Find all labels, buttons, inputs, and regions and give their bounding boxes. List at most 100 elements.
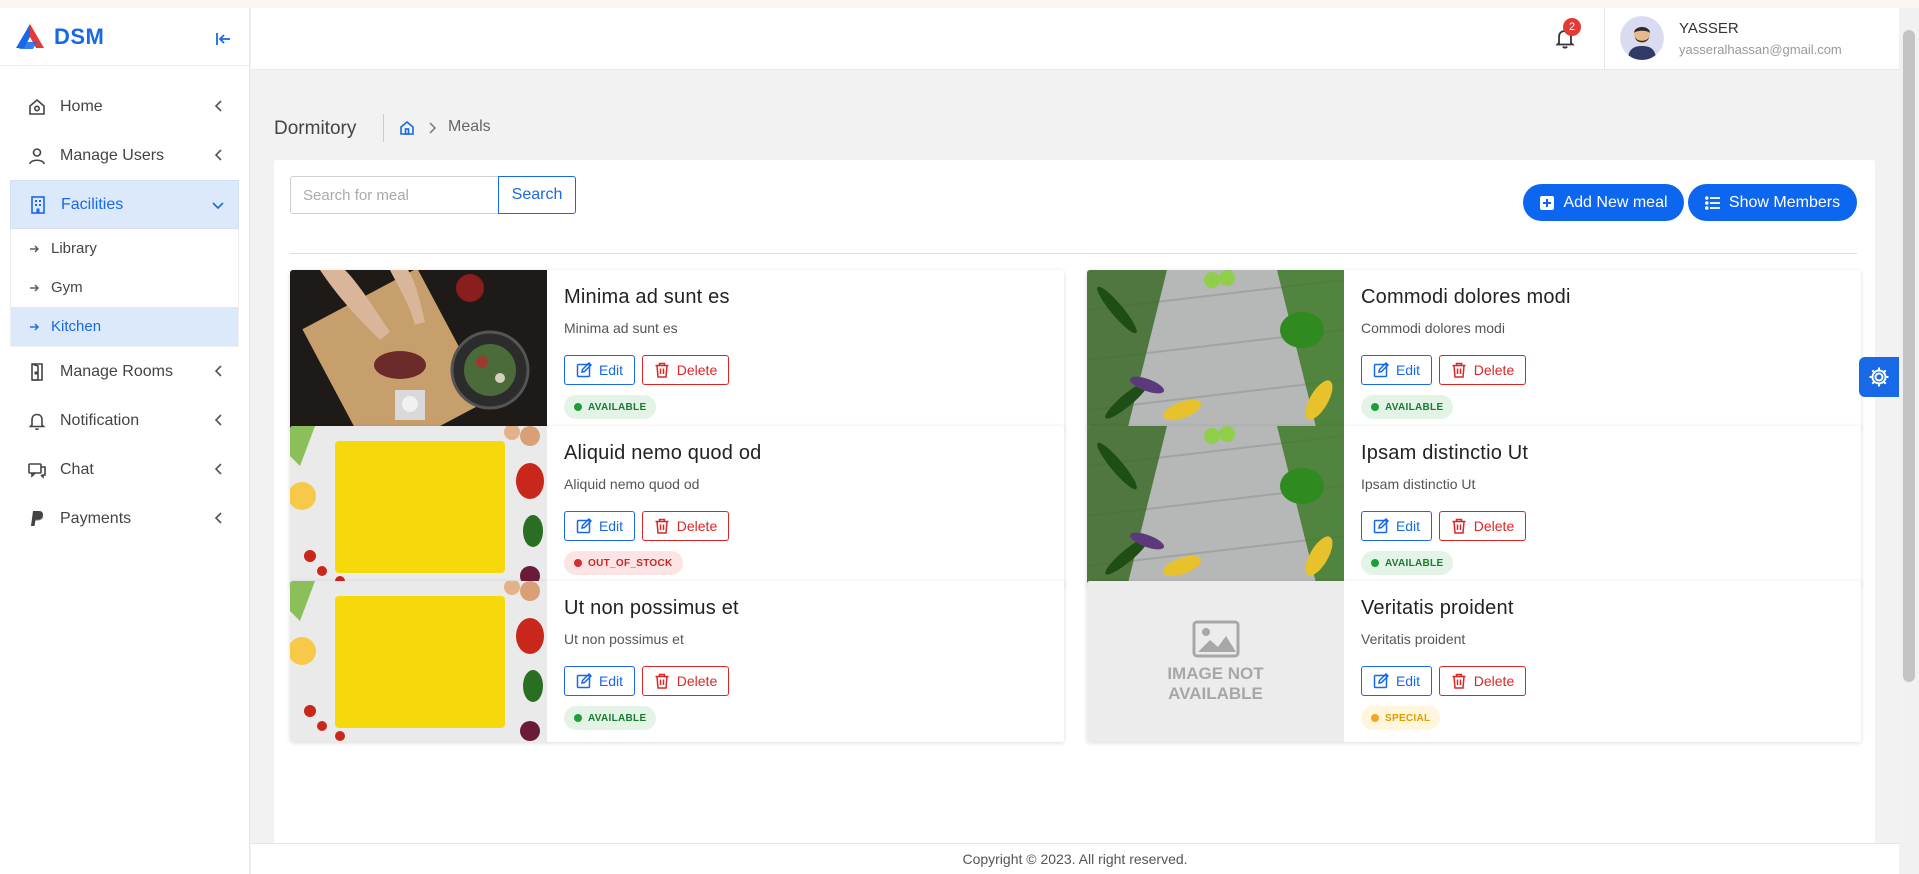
status-badge: SPECIAL — [1361, 706, 1441, 730]
breadcrumb-chevron-icon — [429, 122, 437, 134]
image-placeholder-icon — [1192, 620, 1239, 657]
sidebar-subitem-label: Kitchen — [51, 318, 102, 335]
sidebar-item-facilities[interactable]: Facilities — [10, 180, 239, 229]
delete-meal-button[interactable]: Delete — [1439, 511, 1526, 541]
add-square-icon — [1540, 195, 1555, 210]
delete-meal-button[interactable]: Delete — [642, 666, 729, 696]
delete-meal-button[interactable]: Delete — [642, 355, 729, 385]
show-members-label: Show Members — [1728, 193, 1841, 211]
meal-card: Ipsam distinctio Ut Ipsam distinctio Ut … — [1087, 426, 1861, 587]
status-label: OUT_OF_STOCK — [588, 557, 673, 569]
sidebar-item-manage-users[interactable]: Manage Users — [0, 131, 249, 180]
sidebar-subitem-gym[interactable]: Gym — [11, 268, 238, 307]
bell-icon — [26, 410, 48, 432]
header-divider — [1604, 8, 1605, 70]
status-dot — [574, 403, 582, 411]
breadcrumb-divider — [383, 114, 384, 142]
status-dot — [1371, 403, 1379, 411]
status-dot — [1371, 559, 1379, 567]
user-avatar[interactable] — [1620, 16, 1664, 60]
status-dot — [574, 714, 582, 722]
delete-label: Delete — [1473, 518, 1515, 534]
meal-description: Commodi dolores modi — [1361, 320, 1505, 336]
status-badge: AVAILABLE — [1361, 395, 1454, 419]
notification-count-badge: 2 — [1563, 18, 1581, 36]
search-bar: Search — [290, 176, 576, 214]
page-scrollbar[interactable] — [1899, 8, 1919, 874]
building-icon — [27, 194, 49, 216]
chevron-left-icon — [214, 512, 222, 524]
edit-meal-button[interactable]: Edit — [1361, 355, 1432, 385]
sidebar-item-label: Facilities — [61, 195, 124, 213]
status-label: AVAILABLE — [1385, 401, 1444, 413]
meal-card: Ut non possimus et Ut non possimus et Ed… — [290, 581, 1064, 742]
sidebar-item-chat[interactable]: Chat — [0, 445, 249, 494]
edit-icon — [576, 518, 592, 534]
meal-image — [1087, 270, 1344, 431]
search-input[interactable] — [290, 176, 498, 214]
delete-meal-button[interactable]: Delete — [642, 511, 729, 541]
sidebar-subitem-kitchen[interactable]: Kitchen — [11, 307, 238, 346]
sidebar-item-home[interactable]: Home — [0, 82, 249, 131]
edit-meal-button[interactable]: Edit — [564, 355, 635, 385]
image-not-available-line1: IMAGE NOT — [1167, 663, 1264, 683]
delete-label: Delete — [676, 362, 718, 378]
breadcrumb-home-icon[interactable] — [398, 119, 416, 137]
meal-image — [1087, 426, 1344, 587]
status-dot — [1371, 714, 1379, 722]
delete-meal-button[interactable]: Delete — [1439, 355, 1526, 385]
status-label: SPECIAL — [1385, 712, 1431, 724]
settings-button[interactable] — [1859, 357, 1899, 397]
edit-meal-button[interactable]: Edit — [564, 511, 635, 541]
trash-icon — [655, 673, 669, 689]
user-email: yasseralhassan@gmail.com — [1679, 42, 1842, 57]
search-button[interactable]: Search — [498, 176, 576, 214]
add-new-meal-button[interactable]: Add New meal — [1523, 184, 1684, 221]
edit-label: Edit — [1395, 518, 1421, 534]
edit-icon — [576, 673, 592, 689]
edit-meal-button[interactable]: Edit — [564, 666, 635, 696]
sidebar-item-manage-rooms[interactable]: Manage Rooms — [0, 347, 249, 396]
status-label: AVAILABLE — [588, 712, 647, 724]
toolbar-divider — [290, 253, 1857, 254]
meal-image — [290, 581, 547, 742]
chevron-down-icon — [212, 202, 224, 210]
collapse-sidebar-icon[interactable] — [212, 28, 234, 50]
edit-label: Edit — [1395, 362, 1421, 378]
app-name: DSM — [54, 23, 105, 49]
door-icon — [26, 361, 48, 383]
meal-card: Minima ad sunt es Minima ad sunt es Edit… — [290, 270, 1064, 431]
edit-icon — [1373, 673, 1389, 689]
image-not-available-placeholder: IMAGE NOT AVAILABLE — [1087, 581, 1344, 742]
scrollbar-thumb[interactable] — [1903, 30, 1915, 682]
delete-label: Delete — [676, 518, 718, 534]
status-badge: AVAILABLE — [564, 706, 657, 730]
edit-meal-button[interactable]: Edit — [1361, 511, 1432, 541]
meal-description: Ipsam distinctio Ut — [1361, 476, 1476, 492]
chevron-left-icon — [214, 463, 222, 475]
list-icon — [1704, 195, 1720, 210]
show-members-button[interactable]: Show Members — [1688, 184, 1857, 221]
trash-icon — [1452, 362, 1466, 378]
status-badge: OUT_OF_STOCK — [564, 551, 683, 575]
status-badge: AVAILABLE — [564, 395, 657, 419]
sidebar-item-payments[interactable]: Payments — [0, 494, 249, 543]
chevron-left-icon — [214, 365, 222, 377]
edit-label: Edit — [598, 362, 624, 378]
sidebar-item-notification[interactable]: Notification — [0, 396, 249, 445]
delete-label: Delete — [676, 673, 718, 689]
sidebar-subitem-library[interactable]: Library — [11, 229, 238, 268]
breadcrumb-current: Meals — [448, 118, 491, 135]
edit-meal-button[interactable]: Edit — [1361, 666, 1432, 696]
paypal-icon — [26, 508, 48, 530]
dsm-logo-icon — [16, 23, 44, 49]
delete-meal-button[interactable]: Delete — [1439, 666, 1526, 696]
edit-icon — [576, 362, 592, 378]
meal-name: Ipsam distinctio Ut — [1361, 442, 1529, 464]
add-new-meal-label: Add New meal — [1563, 193, 1668, 211]
arrow-right-icon — [30, 323, 39, 330]
meal-description: Aliquid nemo quod od — [564, 476, 700, 492]
sidebar-subitem-label: Library — [51, 240, 97, 257]
trash-icon — [655, 518, 669, 534]
meal-image — [290, 270, 547, 431]
